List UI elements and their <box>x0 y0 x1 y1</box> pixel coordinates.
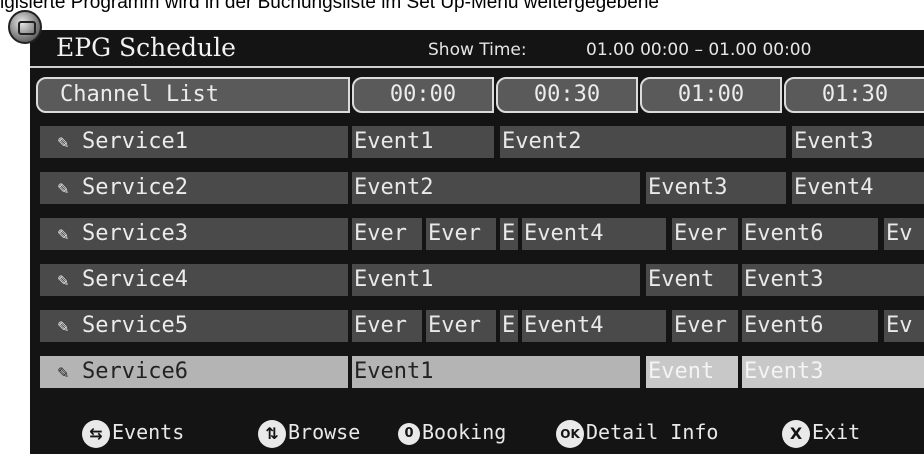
service-name: Service1 <box>82 129 188 154</box>
event-cell[interactable]: Event2 <box>352 172 640 204</box>
event-cell[interactable]: E <box>500 218 518 250</box>
time-slot-0030[interactable]: 00:30 <box>496 77 638 113</box>
detail-info-label: Detail Info <box>586 420 719 444</box>
event-cell[interactable]: Event4 <box>792 172 924 204</box>
time-slot-0100[interactable]: 01:00 <box>640 77 782 113</box>
event-cell[interactable]: Ever <box>426 310 496 342</box>
show-time-value: 01.00 00:00 – 01.00 00:00 <box>586 40 812 60</box>
service-row-2[interactable]: ✎ Service2 <box>40 172 348 204</box>
event-cell[interactable]: Ev <box>884 218 924 250</box>
event-cell[interactable]: Event3 <box>742 356 924 388</box>
epg-title: EPG Schedule <box>56 33 236 62</box>
pencil-icon: ✎ <box>57 132 69 153</box>
time-slot-0000[interactable]: 00:00 <box>352 77 494 113</box>
event-cell[interactable]: Event6 <box>742 218 878 250</box>
event-cell[interactable]: Ever <box>426 218 496 250</box>
event-cell[interactable]: Event1 <box>352 264 640 296</box>
event-cell[interactable]: Ev <box>884 310 924 342</box>
pencil-icon: ✎ <box>57 316 69 337</box>
event-cell[interactable]: Ever <box>672 218 738 250</box>
service-row-4[interactable]: ✎ Service4 <box>40 264 348 296</box>
time-slot-0130[interactable]: 01:30 <box>784 77 924 113</box>
service-row-5[interactable]: ✎ Service5 <box>40 310 348 342</box>
event-cell[interactable]: Event1 <box>352 356 640 388</box>
events-button[interactable]: ⇆ Events <box>82 412 184 452</box>
pencil-icon: ✎ <box>57 178 69 199</box>
event-cell[interactable]: Event3 <box>792 126 924 158</box>
pencil-icon: ✎ <box>57 224 69 245</box>
browse-button[interactable]: ⇅ Browse <box>258 412 360 452</box>
pencil-icon: ✎ <box>57 362 69 383</box>
browse-label: Browse <box>288 420 361 444</box>
event-cell[interactable]: E <box>500 310 518 342</box>
event-cell[interactable]: Event1 <box>352 126 494 158</box>
service-row-6-selected[interactable]: ✎ Service6 <box>40 356 348 388</box>
events-label: Events <box>112 420 185 444</box>
event-cell[interactable]: Event4 <box>522 310 666 342</box>
pencil-icon: ✎ <box>57 270 69 291</box>
event-cell[interactable]: Event <box>646 264 738 296</box>
service-name: Service5 <box>82 313 188 338</box>
exit-button[interactable]: X Exit <box>782 412 860 452</box>
service-name: Service2 <box>82 175 188 200</box>
event-cell[interactable]: Event4 <box>522 218 666 250</box>
event-cell[interactable]: Ever <box>672 310 738 342</box>
event-cell[interactable]: Event2 <box>500 126 786 158</box>
service-row-3[interactable]: ✎ Service3 <box>40 218 348 250</box>
swap-arrows-icon: ⇆ <box>82 419 110 448</box>
exit-label: Exit <box>812 420 861 444</box>
tv-logo-icon <box>8 10 42 44</box>
booking-label: Booking <box>422 420 507 444</box>
close-icon: X <box>782 419 810 448</box>
service-row-1[interactable]: ✎ Service1 <box>40 126 348 158</box>
event-cell[interactable]: Ever <box>352 310 422 342</box>
event-cell[interactable]: Event3 <box>646 172 786 204</box>
show-time-label: Show Time: <box>428 40 527 60</box>
ok-key-icon: OK <box>556 419 584 448</box>
event-cell[interactable]: Ever <box>352 218 422 250</box>
event-cell[interactable]: Event6 <box>742 310 878 342</box>
channel-list-header: Channel List <box>36 77 350 113</box>
service-name: Service6 <box>82 359 188 384</box>
event-cell[interactable]: Event3 <box>742 264 924 296</box>
service-name: Service3 <box>82 221 188 246</box>
page-caption: igisierte Programm wird in der Buchungsl… <box>0 0 659 13</box>
service-name: Service4 <box>82 267 188 292</box>
zero-key-icon: 0 <box>398 422 420 445</box>
up-down-arrows-icon: ⇅ <box>258 419 286 448</box>
booking-button[interactable]: 0 Booking <box>398 412 506 452</box>
detail-info-button[interactable]: OK Detail Info <box>556 412 718 452</box>
event-cell[interactable]: Event <box>646 356 738 388</box>
